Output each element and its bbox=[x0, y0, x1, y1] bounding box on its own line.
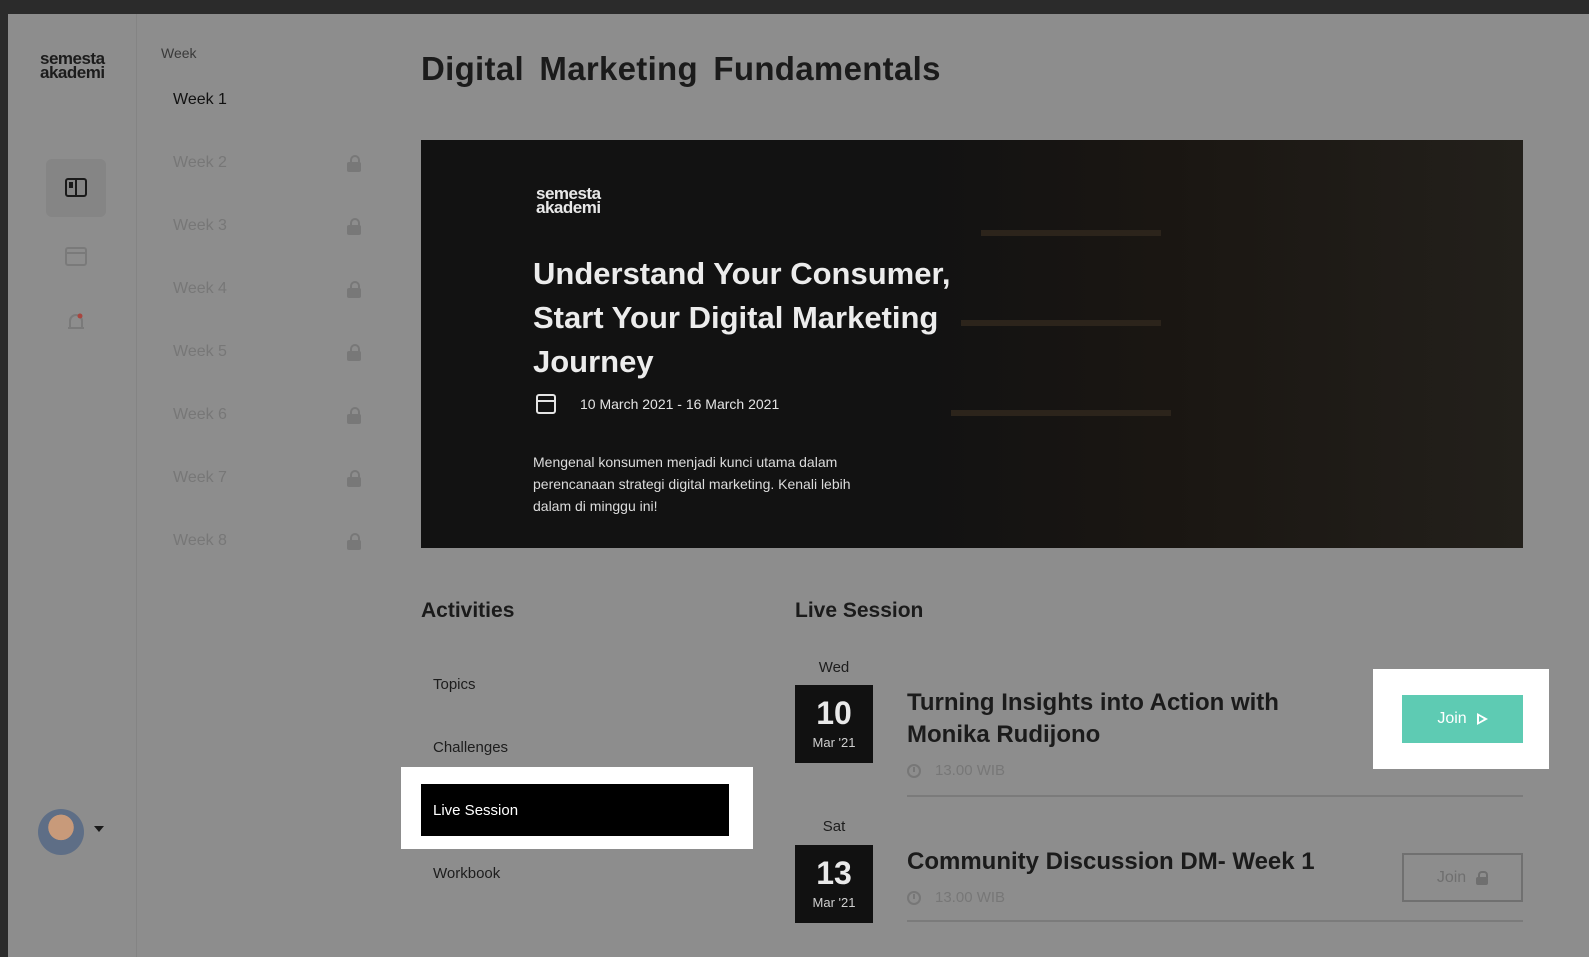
lock-icon bbox=[347, 218, 361, 235]
sidebar-item-week-8[interactable]: Week 8 bbox=[173, 526, 363, 556]
week-label: Week 5 bbox=[173, 343, 227, 360]
session-time: 13.00 WIB bbox=[907, 889, 1005, 906]
chevron-down-icon[interactable] bbox=[94, 826, 104, 832]
sidebar-item-week-7[interactable]: Week 7 bbox=[173, 463, 363, 493]
sidebar-item-week-3[interactable]: Week 3 bbox=[173, 211, 363, 241]
calendar-icon[interactable] bbox=[46, 227, 106, 285]
notification-bell-icon[interactable] bbox=[46, 294, 106, 352]
page-title: Digital Marketing Fundamentals bbox=[421, 50, 941, 87]
lock-icon bbox=[347, 470, 361, 487]
lock-icon bbox=[1476, 870, 1489, 885]
week-label: Week 1 bbox=[173, 91, 227, 108]
course-book-icon[interactable] bbox=[46, 159, 106, 217]
activity-live-session[interactable]: Live Session bbox=[421, 784, 729, 836]
week-label: Week 4 bbox=[173, 280, 227, 297]
session-date-box: 13 Mar '21 bbox=[795, 845, 873, 923]
hero-title: Understand Your Consumer, Start Your Dig… bbox=[533, 256, 951, 379]
play-icon bbox=[1476, 713, 1488, 725]
sidebar-item-week-5[interactable]: Week 5 bbox=[173, 337, 363, 367]
session-title: Turning Insights into Action with Monika… bbox=[907, 689, 1279, 748]
session-date: 13 bbox=[816, 855, 852, 891]
sidebar-item-week-2[interactable]: Week 2 bbox=[173, 148, 363, 178]
icon-rail: semesta akademi bbox=[8, 14, 137, 957]
clock-icon bbox=[907, 763, 921, 778]
lock-icon bbox=[347, 533, 361, 550]
session-date: 10 bbox=[816, 695, 852, 731]
week-label: Week 7 bbox=[173, 469, 227, 486]
lock-icon bbox=[347, 344, 361, 361]
session-month: Mar '21 bbox=[812, 735, 856, 750]
week-label: Week 2 bbox=[173, 154, 227, 171]
session-date-box: 10 Mar '21 bbox=[795, 685, 873, 763]
join-button[interactable]: Join bbox=[1402, 695, 1523, 743]
lock-icon bbox=[347, 155, 361, 172]
sidebar-item-week-6[interactable]: Week 6 bbox=[173, 400, 363, 430]
lock-icon bbox=[347, 281, 361, 298]
week-label: Week 3 bbox=[173, 217, 227, 234]
activity-challenges[interactable]: Challenges bbox=[421, 721, 729, 773]
session-time: 13.00 WIB bbox=[907, 762, 1005, 779]
session-day: Sat bbox=[822, 818, 846, 835]
week-sidebar: Week Week 1 Week 2 Week 3 Week 4 Week 5 … bbox=[137, 14, 387, 957]
week-header: Week bbox=[161, 45, 197, 61]
calendar-icon bbox=[536, 394, 556, 414]
hero-date: 10 March 2021 - 16 March 2021 bbox=[536, 394, 779, 414]
hero-description: Mengenal konsumen menjadi kunci utama da… bbox=[533, 454, 851, 514]
session-month: Mar '21 bbox=[812, 895, 856, 910]
week-label: Week 6 bbox=[173, 406, 227, 423]
brand-logo[interactable]: semesta akademi bbox=[40, 50, 105, 81]
activities-title: Activities bbox=[421, 599, 515, 622]
live-session-title: Live Session bbox=[795, 599, 924, 622]
activity-workbook[interactable]: Workbook bbox=[421, 847, 729, 899]
date-range: 10 March 2021 - 16 March 2021 bbox=[580, 396, 780, 412]
hero-banner: semesta akademi Understand Your Consumer… bbox=[421, 140, 1523, 548]
user-avatar[interactable] bbox=[38, 809, 84, 855]
app-window: semesta akademi Week Week 1 Week 2 Week … bbox=[8, 14, 1589, 957]
activity-topics[interactable]: Topics bbox=[421, 658, 729, 710]
sidebar-item-week-1[interactable]: Week 1 bbox=[173, 85, 363, 115]
instructor-photo bbox=[921, 140, 1523, 548]
lock-icon bbox=[347, 407, 361, 424]
session-title: Community Discussion DM- Week 1 bbox=[907, 848, 1315, 875]
hero-logo: semesta akademi bbox=[536, 184, 601, 217]
clock-icon bbox=[907, 890, 921, 905]
session-day: Wed bbox=[818, 659, 850, 676]
week-label: Week 8 bbox=[173, 532, 227, 549]
sidebar-item-week-4[interactable]: Week 4 bbox=[173, 274, 363, 304]
divider bbox=[907, 795, 1523, 797]
divider bbox=[907, 920, 1523, 922]
join-button-locked[interactable]: Join bbox=[1402, 853, 1523, 902]
